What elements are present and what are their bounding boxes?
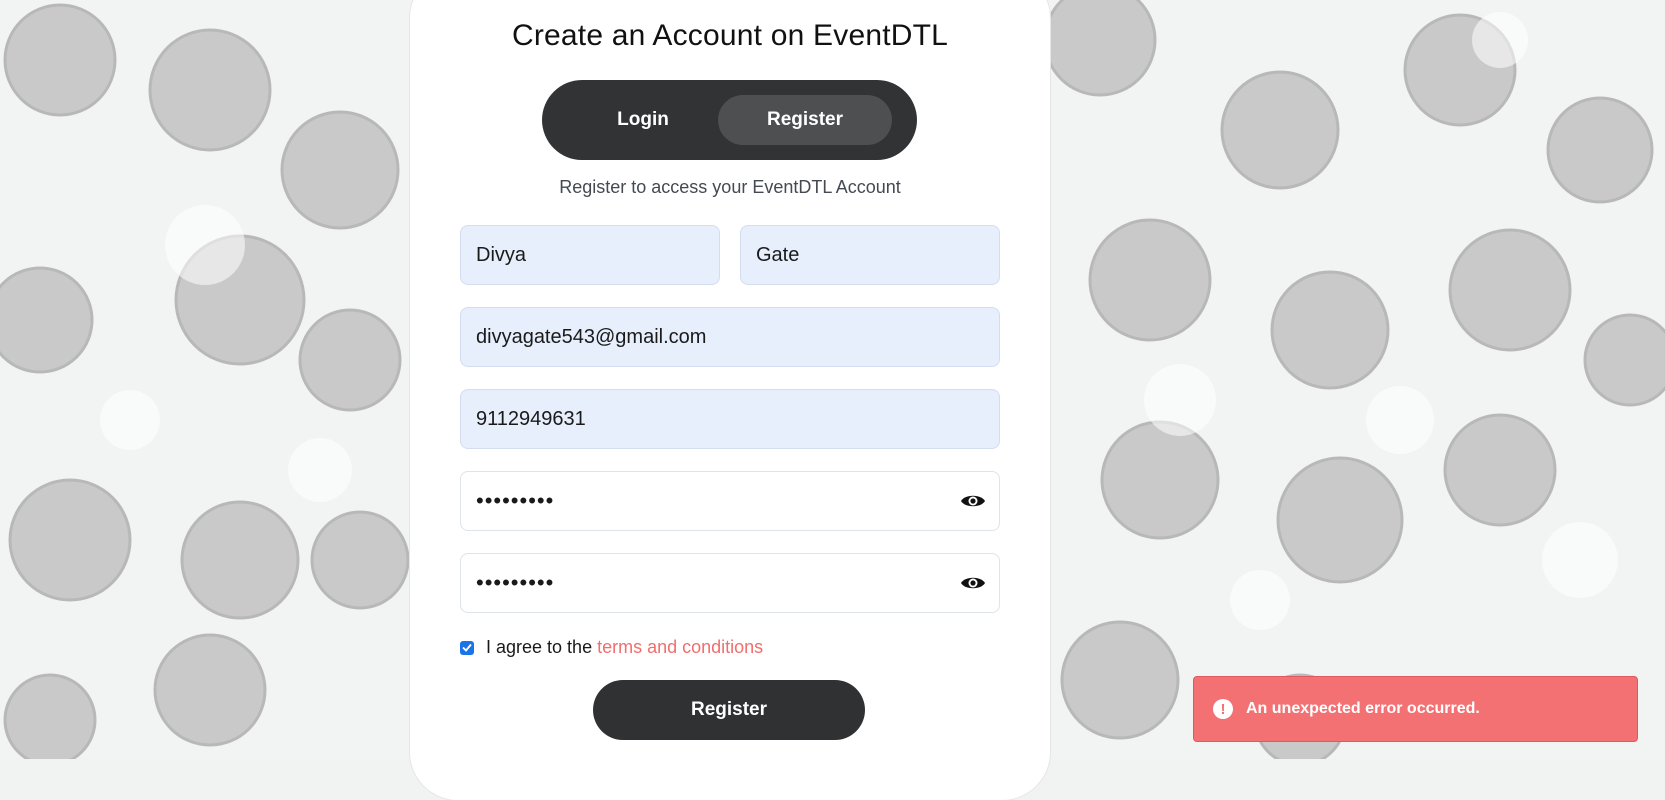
page-title: Create an Account on EventDTL <box>511 19 949 52</box>
password-field[interactable]: ••••••••• <box>460 471 1000 531</box>
eye-icon[interactable] <box>959 489 987 513</box>
confirm-password-field[interactable]: ••••••••• <box>460 553 1000 613</box>
email-value: divyagate543@gmail.com <box>476 325 707 348</box>
phone-value: 9112949631 <box>476 407 586 430</box>
checkmark-icon <box>462 643 472 652</box>
password-value: ••••••••• <box>476 488 555 513</box>
terms-row: I agree to the terms and conditions <box>460 637 763 658</box>
error-toast[interactable]: ! An unexpected error occurred. <box>1193 676 1638 742</box>
first-name-value: Divya <box>476 243 527 266</box>
terms-link[interactable]: terms and conditions <box>597 637 763 658</box>
phone-field[interactable]: 9112949631 <box>460 389 1000 449</box>
first-name-field[interactable]: Divya <box>460 225 720 285</box>
page-subtitle: Register to access your EventDTL Account <box>559 177 901 197</box>
register-button[interactable]: Register <box>593 680 865 740</box>
confirm-password-value: ••••••••• <box>476 570 555 595</box>
tab-login[interactable]: Login <box>557 95 729 145</box>
email-field[interactable]: divyagate543@gmail.com <box>460 307 1000 367</box>
eye-icon[interactable] <box>959 571 987 595</box>
register-card: Create an Account on EventDTL Login Regi… <box>410 0 1050 800</box>
tab-register[interactable]: Register <box>718 95 892 145</box>
terms-label: I agree to the <box>486 637 593 657</box>
toast-message: An unexpected error occurred. <box>1246 700 1480 717</box>
error-icon: ! <box>1213 699 1233 719</box>
last-name-field[interactable]: Gate <box>740 225 1000 285</box>
last-name-value: Gate <box>756 243 800 266</box>
terms-checkbox[interactable] <box>460 640 474 655</box>
auth-toggle: Login Register <box>542 80 917 160</box>
